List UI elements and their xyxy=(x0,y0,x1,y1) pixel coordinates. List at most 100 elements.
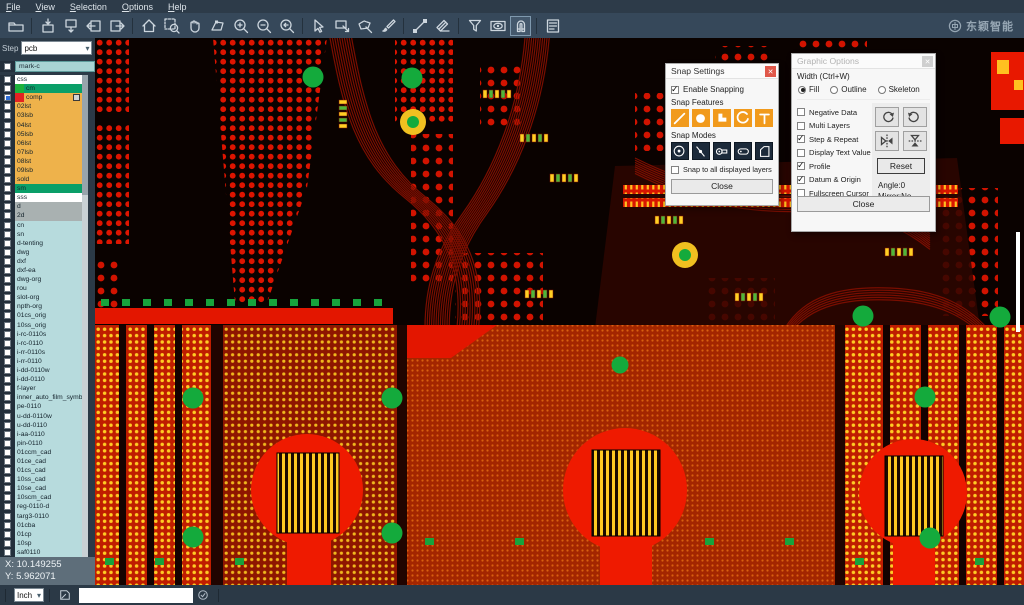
layer-checkbox[interactable] xyxy=(0,466,15,475)
layer-checkbox[interactable] xyxy=(0,157,15,166)
layer-checkbox[interactable] xyxy=(0,202,15,211)
layer-row-dwg-org[interactable]: dwg-org xyxy=(0,275,82,284)
layer-row-01cs_cad[interactable]: 01cs_cad xyxy=(0,466,82,475)
eraser-icon[interactable] xyxy=(432,16,453,36)
snap-dialog-titlebar[interactable]: Snap Settings ✕ xyxy=(666,64,778,79)
layer-checkbox[interactable] xyxy=(0,475,15,484)
layer-checkbox[interactable] xyxy=(0,339,15,348)
apply-circle-icon[interactable] xyxy=(195,587,211,603)
layer-checkbox[interactable] xyxy=(0,275,15,284)
graphic-close-button[interactable]: Close xyxy=(797,196,930,212)
layer-checkbox[interactable] xyxy=(0,402,15,411)
layer-checkbox[interactable] xyxy=(0,457,15,466)
layer-checkbox[interactable] xyxy=(0,384,15,393)
layer-row-01ccm_cad[interactable]: 01ccm_cad xyxy=(0,448,82,457)
layer-checkbox[interactable] xyxy=(0,448,15,457)
rotate-ccw-icon[interactable] xyxy=(903,107,927,127)
export-box-icon[interactable] xyxy=(60,16,81,36)
layer-checkbox[interactable] xyxy=(0,548,15,557)
layer-row-f-layer[interactable]: f-layer xyxy=(0,384,82,393)
layer-row-i-rc-0110s[interactable]: i-rc-0110s xyxy=(0,330,82,339)
snap-mode-center-icon[interactable] xyxy=(671,142,689,160)
layer-row-targ3-0110[interactable]: targ3-0110 xyxy=(0,512,82,521)
layer-checkbox[interactable] xyxy=(0,120,15,129)
layer-checkbox[interactable] xyxy=(0,430,15,439)
layer-checkbox[interactable] xyxy=(0,284,15,293)
option-step-repeat[interactable]: Step & Repeat xyxy=(797,135,871,144)
snap-mode-point-on-line-icon[interactable] xyxy=(692,142,710,160)
snap-feature-arc-icon[interactable] xyxy=(734,109,752,127)
layer-checkbox[interactable] xyxy=(0,311,15,320)
filter-funnel-icon[interactable] xyxy=(464,16,485,36)
layer-row-i-aa-0110[interactable]: i-aa-0110 xyxy=(0,430,82,439)
layer-row-02lst[interactable]: 02lst xyxy=(0,102,82,111)
layer-row-09lsb[interactable]: 09lsb xyxy=(0,166,82,175)
layer-checkbox[interactable] xyxy=(0,512,15,521)
layer-row-i-rc-0110[interactable]: i-rc-0110 xyxy=(0,339,82,348)
layer-row-d[interactable]: d xyxy=(0,202,82,211)
layer-row-i-rr-0110[interactable]: i-rr-0110 xyxy=(0,357,82,366)
layer-checkbox[interactable] xyxy=(0,184,15,193)
all-layers-row[interactable]: Snap to all displayed layers xyxy=(671,165,773,174)
layer-row-01cs_orig[interactable]: 01cs_orig xyxy=(0,311,82,320)
mirror-vertical-icon[interactable] xyxy=(903,131,927,151)
layer-checkbox[interactable] xyxy=(0,484,15,493)
layer-row-10sp[interactable]: 10sp xyxy=(0,539,82,548)
close-icon[interactable]: ✕ xyxy=(922,56,933,67)
layer-checkbox[interactable] xyxy=(0,302,15,311)
layer-row-inner_auto_film_symb[interactable]: inner_auto_film_symb xyxy=(0,393,82,402)
menu-selection[interactable]: Selection xyxy=(70,2,107,12)
layer-checkbox[interactable] xyxy=(0,539,15,548)
layer-checkbox[interactable] xyxy=(0,166,15,175)
layer-row-sn[interactable]: sn xyxy=(0,230,82,239)
layer-row-rou[interactable]: rou xyxy=(0,284,82,293)
zoom-out-icon[interactable] xyxy=(253,16,274,36)
select-polygon-icon[interactable] xyxy=(354,16,375,36)
menu-help[interactable]: Help xyxy=(168,2,187,12)
layer-row-pe-0110[interactable]: pe-0110 xyxy=(0,402,82,411)
layer-checkbox[interactable] xyxy=(0,421,15,430)
step-forward-icon[interactable] xyxy=(106,16,127,36)
layer-checkbox[interactable] xyxy=(0,93,15,102)
width-radio-fill[interactable]: Fill xyxy=(798,85,819,94)
snap-close-button[interactable]: Close xyxy=(671,179,773,194)
work-layer-row[interactable]: mark-c xyxy=(0,61,95,72)
layer-row-10ss_cad[interactable]: 10ss_cad xyxy=(0,475,82,484)
layer-color-swatch[interactable] xyxy=(15,84,24,93)
option-profile[interactable]: Profile xyxy=(797,162,871,171)
layer-checkbox[interactable] xyxy=(0,248,15,257)
layer-row-06lst[interactable]: 06lst xyxy=(0,139,82,148)
layer-row-slot-org[interactable]: slot-org xyxy=(0,293,82,302)
menu-file[interactable]: File xyxy=(6,2,21,12)
layer-checkbox[interactable] xyxy=(0,239,15,248)
snap-feature-pad-icon[interactable] xyxy=(692,109,710,127)
width-radio-skeleton[interactable]: Skeleton xyxy=(878,85,920,94)
width-radio-outline[interactable]: Outline xyxy=(830,85,866,94)
layer-checkbox[interactable] xyxy=(0,84,15,93)
layer-row-04lst[interactable]: 04lst xyxy=(0,120,82,129)
layer-row-sss[interactable]: sss xyxy=(0,193,82,202)
layer-checkbox[interactable] xyxy=(0,411,15,420)
layer-checkbox[interactable] xyxy=(0,330,15,339)
layer-checkbox[interactable] xyxy=(0,502,15,511)
snap-feature-corner-icon[interactable] xyxy=(713,109,731,127)
draw-page-icon[interactable] xyxy=(57,587,73,603)
home-icon[interactable] xyxy=(138,16,159,36)
snap-feature-text-icon[interactable] xyxy=(755,109,773,127)
layer-checkbox[interactable] xyxy=(0,193,15,202)
layer-row-u-dd-0110[interactable]: u-dd-0110 xyxy=(0,421,82,430)
layer-checkbox[interactable] xyxy=(0,257,15,266)
pan-hand-icon[interactable] xyxy=(184,16,205,36)
layer-eye-icon[interactable] xyxy=(487,16,508,36)
layer-row-dwg[interactable]: dwg xyxy=(0,248,82,257)
mirror-horizontal-icon[interactable] xyxy=(875,131,899,151)
open-folder-icon[interactable] xyxy=(5,16,26,36)
layer-checkbox[interactable] xyxy=(0,230,15,239)
layer-row-07lsb[interactable]: 07lsb xyxy=(0,148,82,157)
enable-snapping-row[interactable]: Enable Snapping xyxy=(671,85,773,94)
unit-select[interactable]: Inch ▾ xyxy=(14,588,44,602)
layer-checkbox[interactable] xyxy=(0,530,15,539)
layer-checkbox[interactable] xyxy=(0,139,15,148)
layer-checkbox[interactable] xyxy=(0,348,15,357)
layer-row-2d[interactable]: 2d xyxy=(0,211,82,220)
